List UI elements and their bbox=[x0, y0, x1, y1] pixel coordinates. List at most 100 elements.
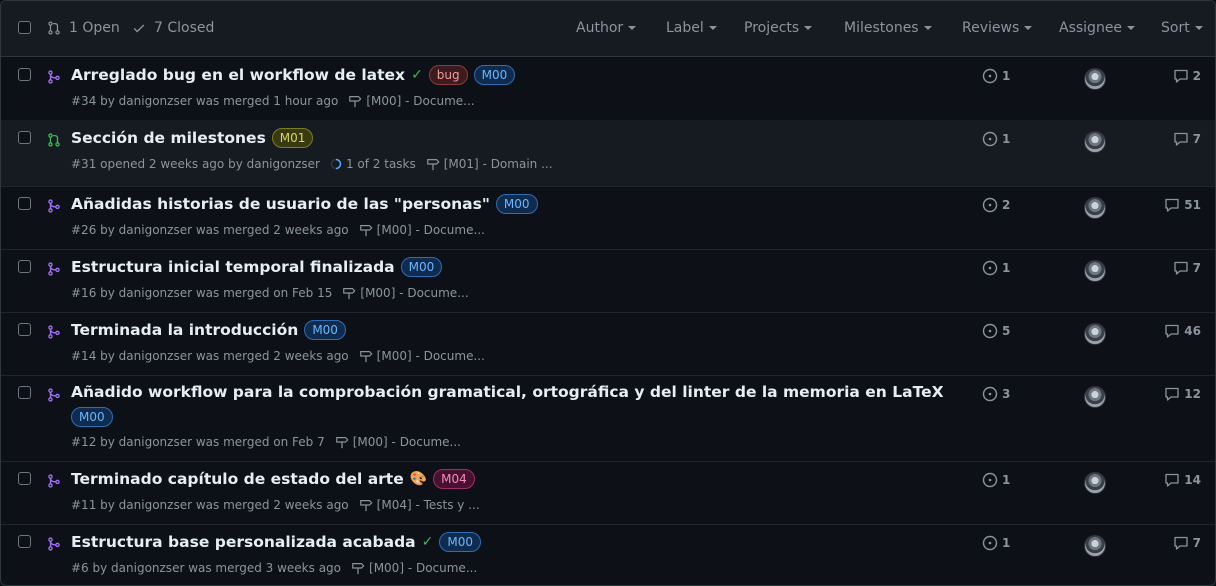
assignee-avatar[interactable] bbox=[1084, 535, 1106, 557]
pr-merged-icon bbox=[47, 261, 61, 280]
assignee-avatar[interactable] bbox=[1084, 323, 1106, 345]
label-filter[interactable]: Label bbox=[666, 20, 717, 36]
sort-filter[interactable]: Sort bbox=[1161, 20, 1203, 36]
linked-issues-link[interactable]: 1 bbox=[982, 535, 1010, 551]
row-checkbox[interactable] bbox=[18, 535, 31, 548]
pull-request-title-link[interactable]: Terminado capítulo de estado del arte bbox=[71, 470, 404, 488]
label-m00[interactable]: M00 bbox=[304, 320, 346, 340]
pull-request-opened-by: #16 by danigonzser was merged on Feb 15 bbox=[71, 286, 333, 300]
milestone-icon bbox=[359, 225, 373, 237]
label-m00[interactable]: M00 bbox=[495, 194, 538, 214]
milestone-icon bbox=[359, 500, 373, 512]
label-m00[interactable]: M00 bbox=[71, 407, 113, 427]
palette-emoji: 🎨 bbox=[409, 471, 428, 487]
pull-request-meta: #16 by danigonzser was merged on Feb 15 [… bbox=[71, 286, 469, 300]
pull-request-title-line: Añadidas historias de usuario de las "pe… bbox=[71, 194, 538, 214]
linked-issues-count: 5 bbox=[1002, 324, 1011, 338]
git-merge-icon bbox=[48, 325, 60, 339]
milestone-link[interactable]: [M00] - Docume... bbox=[342, 286, 469, 300]
row-checkbox[interactable] bbox=[18, 472, 31, 485]
comments-link[interactable]: 51 bbox=[1164, 197, 1201, 213]
reviews-filter[interactable]: Reviews bbox=[962, 20, 1033, 36]
assignee-avatar[interactable] bbox=[1084, 131, 1106, 153]
pull-request-title-link[interactable]: Añadidas historias de usuario de las "pe… bbox=[71, 195, 490, 213]
pull-request-title-link[interactable]: Terminada la introducción bbox=[71, 321, 298, 339]
assignee-avatar[interactable] bbox=[1084, 472, 1106, 494]
assignee-avatar[interactable] bbox=[1084, 197, 1106, 219]
linked-issues-count: 1 bbox=[1002, 473, 1011, 487]
milestone-link[interactable]: [M00] - Docume... bbox=[348, 94, 475, 108]
pull-request-title-line: Añadido workflow para la comprobación gr… bbox=[71, 383, 944, 401]
ci-success-check-icon[interactable]: ✓ bbox=[422, 534, 434, 550]
filter-bar: Author Label Projects Milestones Reviews… bbox=[1, 1, 1215, 56]
linked-issues-count: 1 bbox=[1002, 69, 1011, 83]
milestones-filter[interactable]: Milestones bbox=[844, 20, 932, 36]
comments-link[interactable]: 46 bbox=[1164, 323, 1201, 339]
comments-link[interactable]: 7 bbox=[1173, 535, 1201, 551]
linked-issues-link[interactable]: 2 bbox=[982, 197, 1010, 213]
linked-issues-count: 1 bbox=[1002, 536, 1011, 550]
label-m04[interactable]: M04 bbox=[433, 469, 475, 489]
comment-icon bbox=[1165, 473, 1179, 487]
sort-filter-label: Sort bbox=[1161, 20, 1190, 36]
row-checkbox[interactable] bbox=[18, 323, 31, 336]
pull-request-title-line: Sección de milestones M01 bbox=[71, 128, 314, 148]
label-m00[interactable]: M00 bbox=[439, 532, 481, 552]
linked-issues-link[interactable]: 5 bbox=[982, 323, 1010, 339]
pr-merged-icon bbox=[47, 198, 61, 217]
linked-issues-link[interactable]: 1 bbox=[982, 472, 1010, 488]
linked-issues-link[interactable]: 1 bbox=[982, 68, 1010, 84]
comments-link[interactable]: 12 bbox=[1164, 386, 1201, 402]
git-merge-icon bbox=[48, 388, 60, 402]
projects-filter[interactable]: Projects bbox=[744, 20, 813, 36]
comments-link[interactable]: 7 bbox=[1173, 131, 1201, 147]
pull-request-row: Terminada la introducción M00 #14 by danig… bbox=[1, 312, 1215, 376]
comments-count: 7 bbox=[1192, 261, 1201, 275]
author-filter[interactable]: Author bbox=[576, 20, 637, 36]
milestone-link[interactable]: [M00] - Docume... bbox=[359, 223, 485, 237]
linked-issues-link[interactable]: 1 bbox=[982, 260, 1010, 276]
milestone-link[interactable]: [M04] - Tests y ... bbox=[359, 498, 480, 512]
milestone-link[interactable]: [M01] - Domain ... bbox=[426, 157, 553, 171]
pull-request-row: Estructura base personalizada acabada ✓ M0… bbox=[1, 524, 1215, 585]
label-m00[interactable]: M00 bbox=[400, 257, 443, 277]
pull-request-title-link[interactable]: Arreglado bug en el workflow de latex bbox=[71, 66, 405, 84]
task-progress[interactable]: 1 of 2 tasks bbox=[330, 157, 416, 171]
row-checkbox[interactable] bbox=[18, 68, 31, 81]
chevron-down-icon bbox=[1194, 26, 1203, 30]
row-checkbox[interactable] bbox=[18, 386, 31, 399]
comments-link[interactable]: 2 bbox=[1173, 68, 1201, 84]
milestones-filter-label: Milestones bbox=[844, 20, 919, 36]
label-bug[interactable]: bug bbox=[428, 65, 468, 85]
row-checkbox[interactable] bbox=[18, 131, 31, 144]
pull-request-opened-by: #31 opened 2 weeks ago by danigonzser bbox=[71, 157, 320, 171]
pull-request-title-link[interactable]: Estructura inicial temporal finalizada bbox=[71, 258, 395, 276]
issue-opened-icon bbox=[982, 535, 998, 551]
linked-issues-link[interactable]: 3 bbox=[982, 386, 1010, 402]
assignee-avatar[interactable] bbox=[1084, 386, 1106, 408]
assignee-avatar[interactable] bbox=[1084, 68, 1106, 90]
pull-request-opened-by: #12 by danigonzser was merged on Feb 7 bbox=[71, 435, 325, 449]
comments-count: 46 bbox=[1184, 324, 1201, 338]
comments-link[interactable]: 14 bbox=[1164, 472, 1201, 488]
pull-request-title-link[interactable]: Sección de milestones bbox=[71, 129, 266, 147]
row-checkbox[interactable] bbox=[18, 260, 31, 273]
row-checkbox[interactable] bbox=[18, 197, 31, 210]
label-m01[interactable]: M01 bbox=[271, 128, 314, 148]
assignee-avatar[interactable] bbox=[1084, 260, 1106, 282]
reviews-filter-label: Reviews bbox=[962, 20, 1020, 36]
label-m00[interactable]: M00 bbox=[473, 65, 516, 85]
chevron-down-icon bbox=[1024, 26, 1033, 30]
milestone-link[interactable]: [M00] - Docume... bbox=[335, 435, 461, 449]
comments-link[interactable]: 7 bbox=[1173, 260, 1201, 276]
assignee-filter[interactable]: Assignee bbox=[1059, 20, 1136, 36]
pull-request-title-link[interactable]: Estructura base personalizada acabada bbox=[71, 533, 416, 551]
pull-request-opened-by: #14 by danigonzser was merged 2 weeks ag… bbox=[71, 349, 349, 363]
pull-request-title-link[interactable]: Añadido workflow para la comprobación gr… bbox=[71, 383, 944, 401]
linked-issues-link[interactable]: 1 bbox=[982, 131, 1010, 147]
milestone-link[interactable]: [M00] - Docume... bbox=[351, 561, 477, 575]
git-merge-icon bbox=[48, 70, 60, 84]
ci-success-check-icon[interactable]: ✓ bbox=[411, 67, 423, 83]
milestone-label: [M00] - Docume... bbox=[376, 349, 485, 363]
milestone-link[interactable]: [M00] - Docume... bbox=[359, 349, 485, 363]
